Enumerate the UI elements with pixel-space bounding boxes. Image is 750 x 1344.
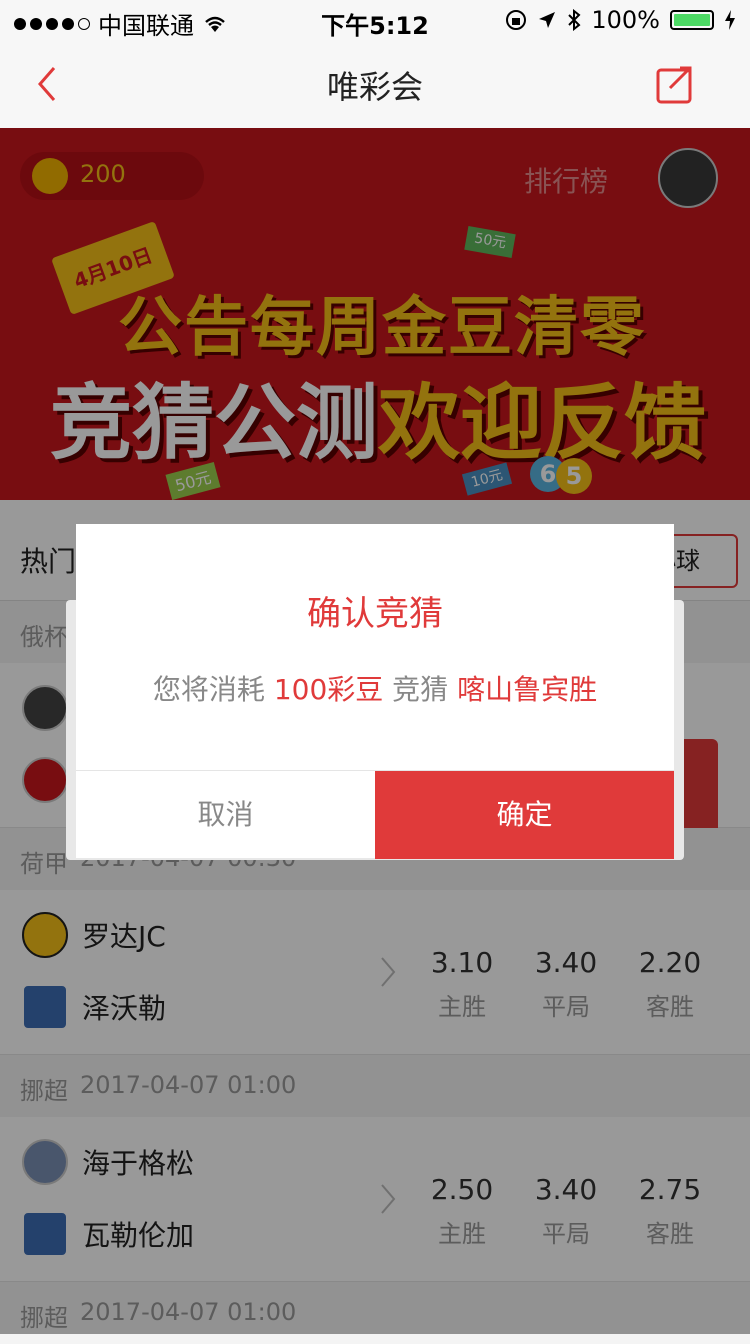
confirm-button[interactable]: 确定	[375, 771, 674, 859]
page-title: 唯彩会	[326, 68, 423, 106]
msg-middle: 竞猜	[392, 673, 449, 706]
battery-percent: 100%	[591, 6, 660, 34]
status-bar: 中国联通 下午5:12 100%	[0, 0, 750, 40]
charging-icon	[725, 10, 735, 30]
orientation-lock-icon	[506, 10, 527, 30]
confirm-dialog: 确认竞猜 您将消耗 100彩豆 竞猜 喀山鲁宾胜 取消 确定	[76, 524, 674, 859]
dialog-buttons: 取消 确定	[76, 770, 674, 859]
msg-prefix: 您将消耗	[152, 673, 265, 706]
dialog-title: 确认竞猜	[307, 594, 443, 634]
nav-bar: 唯彩会	[0, 40, 750, 128]
msg-pick: 喀山鲁宾胜	[457, 673, 598, 706]
dialog-message: 您将消耗 100彩豆 竞猜 喀山鲁宾胜	[76, 668, 674, 708]
battery-icon	[670, 10, 714, 30]
location-icon	[539, 12, 556, 28]
status-right: 100%	[505, 6, 736, 34]
msg-amount: 100彩豆	[273, 673, 384, 706]
bluetooth-icon	[568, 9, 581, 31]
share-icon[interactable]	[654, 62, 698, 106]
cancel-button[interactable]: 取消	[76, 771, 375, 859]
